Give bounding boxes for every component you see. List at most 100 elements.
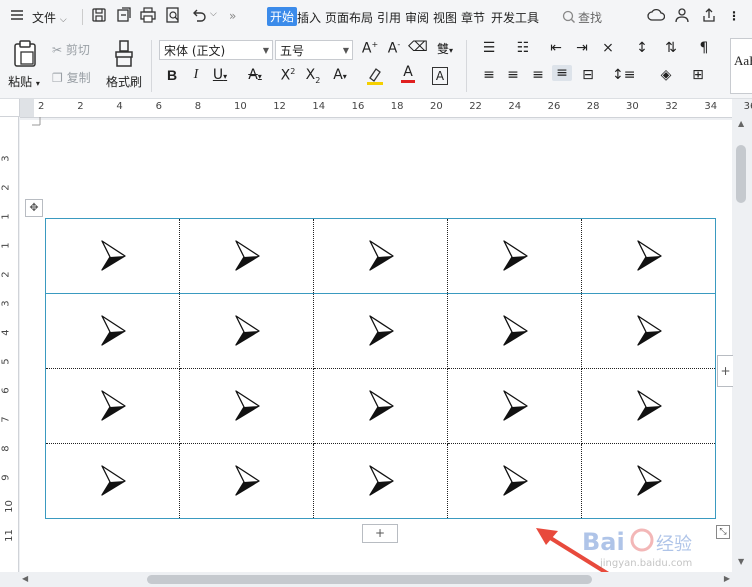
tab-page-layout[interactable]: 页面布局 [325,9,373,26]
font-color-button[interactable]: A [398,64,418,83]
align-center-icon[interactable]: ≡ [503,67,523,83]
horizontal-scroll-thumb[interactable] [147,575,592,584]
clear-format-icon[interactable]: ⌫ [408,39,428,55]
user-share-icon[interactable] [675,7,693,25]
scroll-up-icon[interactable]: ▲ [738,119,744,128]
print-preview-icon[interactable] [165,7,183,25]
font-size-select[interactable]: 五号 ▼ [275,40,353,60]
table-cell[interactable] [581,218,716,294]
text-direction-icon[interactable]: ↕ [632,40,652,56]
copy-button[interactable]: ❐ 复制 [52,69,91,86]
scroll-down-icon[interactable]: ▼ [738,557,744,566]
table-cell[interactable] [447,293,582,369]
tab-view[interactable]: 视图 [433,9,457,26]
show-hide-marks-icon[interactable]: ¶ [694,40,714,56]
hamburger-menu-icon[interactable] [10,7,28,25]
more-icon[interactable]: » [229,9,236,23]
table-cell[interactable] [313,293,448,369]
underline-button[interactable]: U▾ [210,67,230,83]
search-label[interactable]: 查找 [578,9,602,26]
tab-developer-tools[interactable]: 开发工具 [491,9,539,26]
table-move-handle[interactable]: ✥ [25,199,43,217]
export-pdf-icon[interactable] [116,7,134,25]
cursor-arrow-icon [634,462,664,500]
cut-button[interactable]: ✂ 剪切 [52,41,90,58]
table-cell[interactable] [179,293,314,369]
phonetic-guide-icon[interactable]: 雙▾ [435,40,455,57]
decrease-indent-icon[interactable]: ⇤ [546,40,566,56]
paste-button[interactable]: 粘贴 ▾ [4,38,44,92]
cursor-arrow-icon [634,237,664,275]
borders-icon[interactable]: ⊞ [688,67,708,83]
table-cell[interactable] [45,368,180,444]
align-left-icon[interactable]: ≡ [479,67,499,83]
horizontal-ruler[interactable]: 224681012141618202224262830323436 [20,99,752,118]
font-name-select[interactable]: 宋体 (正文) ▼ [159,40,273,60]
shrink-font-icon[interactable]: A- [384,40,404,57]
italic-button[interactable]: I [186,67,206,83]
scroll-right-icon[interactable]: ▶ [724,574,730,583]
vertical-scroll-thumb[interactable] [736,145,746,203]
table-cell[interactable] [179,443,314,519]
share-icon[interactable] [701,7,719,25]
save-icon[interactable] [91,7,109,25]
bulleted-list-icon[interactable]: ☰ [479,40,499,56]
style-gallery[interactable]: AaBl [730,38,752,94]
table-cell[interactable] [581,443,716,519]
ruler-tick-label: 14 [312,101,326,112]
more-options-icon[interactable]: ⋮ [728,9,740,23]
tab-home[interactable]: 开始 [267,7,298,26]
vertical-ruler[interactable]: 3 2 1 1 2 3 4 5 6 7 8 9 10 11 [0,117,19,572]
distributed-align-icon[interactable]: ⊟ [578,67,598,83]
tab-references[interactable]: 引用 [377,9,401,26]
cursor-arrow-icon [366,237,396,275]
table-cell[interactable] [45,443,180,519]
format-painter-button[interactable]: 格式刷 [104,38,144,92]
highlight-color-button[interactable] [365,66,385,90]
text-effect-button[interactable]: A▾ [330,67,350,83]
sort-icon[interactable]: ⇅ [661,40,681,56]
strikethrough-button[interactable]: A▾ [245,67,265,83]
chinese-layout-icon[interactable]: ⨯ [598,40,618,56]
character-border-button[interactable]: A [432,67,448,85]
table-cell[interactable] [447,368,582,444]
justify-icon[interactable]: ≡ [552,65,572,81]
numbered-list-icon[interactable]: ☷ [513,40,533,56]
table-cell[interactable] [447,218,582,294]
line-spacing-icon[interactable]: ↕≡ [612,67,635,83]
superscript-button[interactable]: X2 [278,67,298,84]
undo-dropdown-icon[interactable]: ⌵ [210,9,217,19]
horizontal-scrollbar[interactable]: ◀ ▶ [20,572,732,587]
table-cell[interactable] [179,218,314,294]
print-icon[interactable] [140,7,158,25]
add-column-button[interactable]: + [717,355,734,387]
cloud-sync-icon[interactable] [647,7,666,25]
table-cell[interactable] [179,368,314,444]
table-cell[interactable] [313,368,448,444]
tab-review[interactable]: 审阅 [405,9,429,26]
bold-button[interactable]: B [162,67,182,83]
table-cell[interactable] [45,293,180,369]
grow-font-icon[interactable]: A+ [360,40,380,57]
table-cell[interactable] [313,443,448,519]
table-cell[interactable] [581,368,716,444]
table-row [45,218,716,294]
table-cell[interactable] [45,218,180,294]
increase-indent-icon[interactable]: ⇥ [572,40,592,56]
document-table[interactable] [45,218,716,519]
tab-chapter[interactable]: 章节 [461,9,485,26]
format-painter-label: 格式刷 [105,75,142,89]
subscript-button[interactable]: X2 [303,67,323,85]
table-cell[interactable] [581,293,716,369]
table-cell[interactable] [447,443,582,519]
file-menu[interactable]: 文件 ⌵ [32,9,67,26]
ruler-tick-label: 2 [77,101,84,112]
table-cell[interactable] [313,218,448,294]
shading-icon[interactable]: ◈ [656,67,676,83]
scroll-left-icon[interactable]: ◀ [22,574,28,583]
add-row-button[interactable]: + [362,524,398,543]
tab-insert[interactable]: 插入 [297,9,321,26]
vertical-scrollbar[interactable]: ▲ ▼ [733,117,752,572]
undo-icon[interactable] [191,7,209,25]
align-right-icon[interactable]: ≡ [528,67,548,83]
